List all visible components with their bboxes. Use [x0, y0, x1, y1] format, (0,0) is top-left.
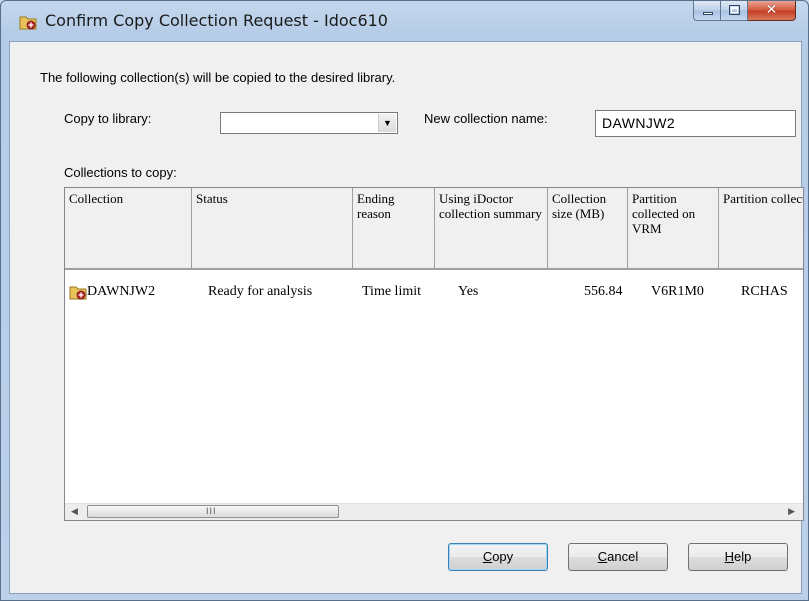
- cell-collection-size: 556.84: [584, 284, 623, 299]
- column-header-collection-size[interactable]: Collection size (MB): [548, 188, 628, 268]
- collections-list[interactable]: Collection Status Ending reason Using iD…: [64, 187, 804, 521]
- window-controls: ✕: [693, 1, 796, 23]
- new-collection-name-input[interactable]: DAWNJW2: [595, 110, 796, 137]
- close-button[interactable]: ✕: [748, 1, 796, 21]
- cancel-button[interactable]: Cancel: [568, 543, 668, 571]
- cell-collection: DAWNJW2: [87, 284, 156, 299]
- window-title: Confirm Copy Collection Request - Idoc61…: [45, 11, 388, 30]
- close-icon: ✕: [765, 2, 778, 18]
- horizontal-scrollbar[interactable]: ◀ III ▶: [65, 503, 803, 520]
- title-bar[interactable]: Confirm Copy Collection Request - Idoc61…: [1, 1, 808, 41]
- cell-ending-reason: Time limit: [362, 284, 422, 299]
- scroll-left-icon[interactable]: ◀: [71, 506, 78, 517]
- column-header-collection[interactable]: Collection: [65, 188, 192, 268]
- cancel-accelerator: C: [597, 549, 608, 564]
- scrollbar-thumb[interactable]: III: [87, 505, 339, 518]
- dialog-window: Confirm Copy Collection Request - Idoc61…: [0, 0, 809, 601]
- column-header-using-summary[interactable]: Using iDoctor collection summary: [435, 188, 548, 268]
- scroll-right-icon[interactable]: ▶: [788, 506, 795, 517]
- collection-folder-icon: [69, 286, 87, 300]
- cell-collected-on: RCHAS: [741, 284, 788, 299]
- cell-using-summary: Yes: [458, 284, 479, 299]
- minimize-button[interactable]: [693, 1, 721, 21]
- new-collection-name-label: New collection name:: [424, 111, 548, 126]
- copy-to-library-dropdown[interactable]: ▼: [220, 112, 398, 134]
- list-header: Collection Status Ending reason Using iD…: [65, 188, 803, 270]
- cell-status: Ready for analysis: [208, 284, 313, 299]
- cancel-label: ancel: [607, 549, 639, 564]
- column-header-vrm[interactable]: Partition collected on VRM: [628, 188, 719, 268]
- column-header-status[interactable]: Status: [192, 188, 353, 268]
- help-button[interactable]: Help: [688, 543, 788, 571]
- help-label: elp: [734, 549, 752, 564]
- copy-button[interactable]: Copy: [448, 543, 548, 571]
- maximize-icon: [729, 5, 740, 15]
- copy-to-library-label: Copy to library:: [64, 111, 152, 126]
- column-header-ending-reason[interactable]: Ending reason: [353, 188, 435, 268]
- cell-vrm: V6R1M0: [651, 284, 704, 299]
- help-accelerator: H: [724, 549, 735, 564]
- maximize-button[interactable]: [721, 1, 748, 21]
- copy-accelerator: C: [482, 549, 493, 564]
- dialog-client-area: The following collection(s) will be copi…: [9, 41, 804, 594]
- idoctor-folder-icon: [19, 16, 37, 30]
- copy-label: opy: [492, 549, 514, 564]
- minimize-icon: [703, 12, 713, 15]
- collections-to-copy-label: Collections to copy:: [64, 165, 177, 180]
- intro-text: The following collection(s) will be copi…: [40, 70, 396, 85]
- table-row[interactable]: DAWNJW2 Ready for analysis Time limit Ye…: [65, 284, 803, 304]
- column-header-collected-on[interactable]: Partition collected on: [719, 188, 803, 268]
- dropdown-arrow-icon[interactable]: ▼: [378, 114, 396, 132]
- scrollbar-grip: III: [206, 506, 217, 516]
